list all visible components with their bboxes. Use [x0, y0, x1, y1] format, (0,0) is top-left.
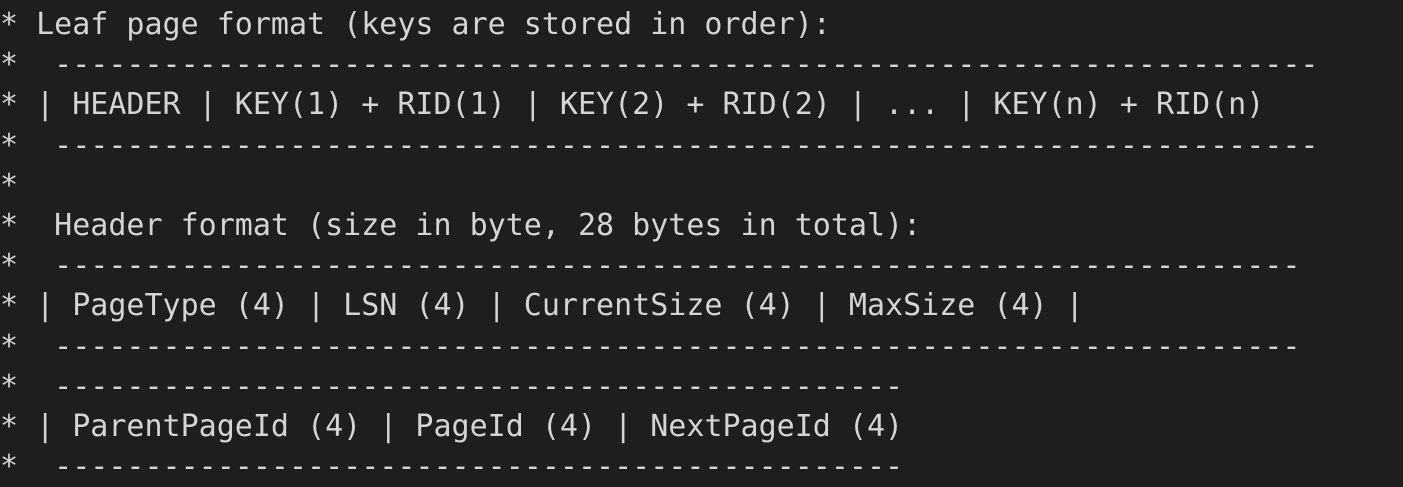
code-text: * | PageType (4) | LSN (4) | CurrentSize…: [0, 288, 1084, 324]
code-text: * Header format (size in byte, 28 bytes …: [0, 207, 922, 243]
comment-line-separator: * --------------------------------------…: [0, 447, 1403, 487]
comment-line-separator: * --------------------------------------…: [0, 246, 1403, 286]
code-text: * --------------------------------------…: [0, 449, 904, 485]
comment-line-separator: * --------------------------------------…: [0, 327, 1403, 367]
code-text: * Leaf page format (keys are stored in o…: [0, 7, 831, 42]
comment-line-blank: *: [0, 166, 1403, 206]
code-text: * --------------------------------------…: [0, 248, 1301, 284]
code-text: * | HEADER | KEY(1) + RID(1) | KEY(2) + …: [0, 87, 1265, 123]
code-text: *: [0, 167, 19, 203]
code-text: * --------------------------------------…: [0, 47, 1319, 83]
comment-line-leaf-layout: * | HEADER | KEY(1) + RID(1) | KEY(2) + …: [0, 85, 1403, 125]
code-editor[interactable]: * Leaf page format (keys are stored in o…: [0, 5, 1403, 485]
comment-line-separator: * --------------------------------------…: [0, 126, 1403, 166]
comment-line-header-fields-2: * | ParentPageId (4) | PageId (4) | Next…: [0, 407, 1403, 447]
comment-line-leaf-page-format: * Leaf page format (keys are stored in o…: [0, 5, 1403, 45]
code-text: * --------------------------------------…: [0, 127, 1319, 163]
comment-line-separator: * --------------------------------------…: [0, 45, 1403, 85]
comment-line-separator: * --------------------------------------…: [0, 367, 1403, 407]
code-text: * --------------------------------------…: [0, 368, 904, 404]
comment-line-header-format: * Header format (size in byte, 28 bytes …: [0, 206, 1403, 246]
comment-line-header-fields-1: * | PageType (4) | LSN (4) | CurrentSize…: [0, 286, 1403, 326]
code-text: * --------------------------------------…: [0, 328, 1301, 364]
code-text: * | ParentPageId (4) | PageId (4) | Next…: [0, 408, 904, 444]
